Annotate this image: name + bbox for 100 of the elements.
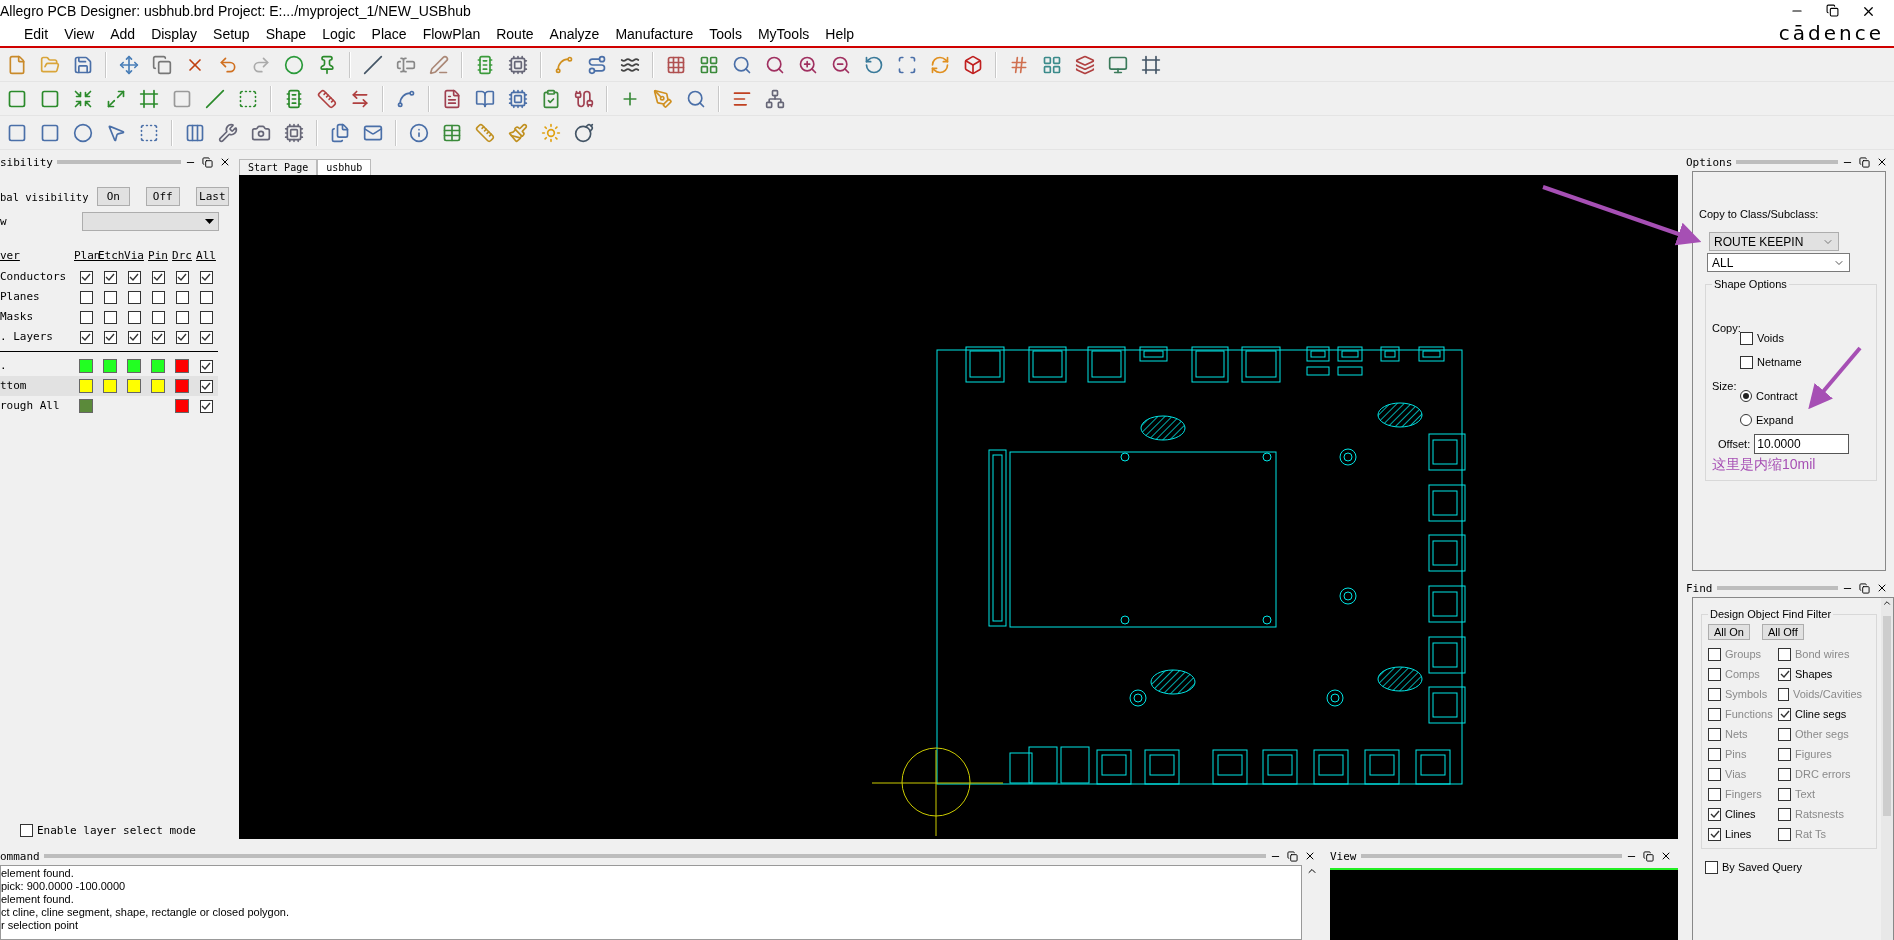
filter-checkbox[interactable]	[1708, 767, 1721, 781]
dashed-square-icon[interactable]	[238, 88, 258, 109]
layout-grid-icon[interactable]	[699, 54, 719, 75]
filter-checkbox[interactable]	[1708, 787, 1721, 801]
filter-checkbox[interactable]	[1708, 747, 1721, 761]
table-icon[interactable]	[442, 122, 462, 143]
layer-select-checkbox[interactable]	[20, 824, 33, 837]
info-icon[interactable]	[409, 122, 429, 143]
restore-icon[interactable]	[1826, 4, 1839, 17]
layer-color-swatch[interactable]	[79, 399, 93, 413]
line-icon[interactable]	[363, 54, 383, 75]
square-icon[interactable]	[40, 122, 60, 143]
visibility-checkbox[interactable]	[175, 270, 189, 284]
panel-grip[interactable]	[57, 160, 181, 164]
visibility-checkbox[interactable]	[79, 290, 93, 304]
option-checkbox[interactable]	[1740, 355, 1753, 369]
menu-item[interactable]: Manufacture	[607, 24, 702, 44]
filter-checkbox[interactable]	[1778, 707, 1791, 721]
menu-item[interactable]: Tools	[701, 24, 750, 44]
cpu-icon[interactable]	[508, 88, 528, 109]
panel-grip[interactable]	[43, 854, 1266, 858]
layer-color-swatch[interactable]	[103, 379, 117, 393]
visibility-button[interactable]: Last	[195, 187, 229, 206]
visibility-checkbox[interactable]	[175, 310, 189, 324]
bomb-icon[interactable]	[574, 122, 594, 143]
layer-color-swatch[interactable]	[175, 359, 189, 373]
menu-item[interactable]: Display	[143, 24, 206, 44]
layer-label[interactable]: .	[0, 356, 7, 376]
rotate-icon[interactable]	[864, 54, 884, 75]
visibility-checkbox[interactable]	[151, 270, 165, 284]
visibility-checkbox[interactable]	[79, 270, 93, 284]
dashed-square-icon[interactable]	[139, 122, 159, 143]
panel-grip[interactable]	[1736, 160, 1838, 164]
grid-icon[interactable]	[666, 54, 686, 75]
filter-checkbox[interactable]	[1708, 647, 1721, 661]
layer-color-swatch[interactable]	[151, 359, 165, 373]
menu-item[interactable]: Help	[817, 24, 863, 44]
visibility-checkbox[interactable]	[175, 330, 189, 344]
network-icon[interactable]	[765, 88, 785, 109]
close-icon[interactable]	[1861, 4, 1876, 19]
panel-grip[interactable]	[1360, 854, 1622, 858]
files-icon[interactable]	[330, 122, 350, 143]
magnifier-icon[interactable]	[686, 88, 706, 109]
layer-color-swatch[interactable]	[175, 379, 189, 393]
circle-icon[interactable]	[284, 54, 304, 75]
option-checkbox[interactable]	[1740, 331, 1753, 345]
visibility-checkbox[interactable]	[79, 310, 93, 324]
chip-icon[interactable]	[284, 88, 304, 109]
visibility-checkbox[interactable]	[79, 330, 93, 344]
pin-icon[interactable]	[317, 54, 337, 75]
undo-icon[interactable]	[218, 54, 238, 75]
visibility-checkbox[interactable]	[151, 310, 165, 324]
document-tab[interactable]: usbhub	[317, 159, 372, 175]
filter-checkbox[interactable]	[1708, 707, 1721, 721]
restore-icon[interactable]	[1859, 156, 1870, 168]
close-icon[interactable]	[1304, 850, 1316, 862]
filter-checkbox[interactable]	[1778, 687, 1789, 701]
filter-button[interactable]: All On	[1708, 624, 1750, 640]
close-icon[interactable]	[1876, 156, 1888, 168]
chip-icon[interactable]	[475, 54, 495, 75]
menu-item[interactable]: Edit	[16, 24, 57, 44]
visibility-checkbox[interactable]	[199, 270, 213, 284]
file-icon[interactable]	[7, 54, 27, 75]
filter-checkbox[interactable]	[1778, 747, 1791, 761]
clipboard-icon[interactable]	[541, 88, 561, 109]
visibility-checkbox[interactable]	[127, 310, 141, 324]
restore-icon[interactable]	[1643, 850, 1654, 862]
shrink-icon[interactable]	[73, 88, 93, 109]
menu-item[interactable]: Place	[363, 24, 415, 44]
visibility-button[interactable]: On	[96, 187, 130, 206]
filter-button[interactable]: All Off	[1761, 624, 1804, 640]
text-edit-icon[interactable]	[429, 54, 449, 75]
visibility-checkbox[interactable]	[199, 290, 213, 304]
filter-checkbox[interactable]	[1708, 827, 1721, 841]
layer-color-swatch[interactable]	[151, 379, 165, 393]
visibility-checkbox[interactable]	[199, 310, 213, 324]
layers-icon[interactable]	[1075, 54, 1095, 75]
visibility-checkbox[interactable]	[127, 330, 141, 344]
class-select[interactable]: ROUTE KEEPIN	[1709, 232, 1839, 251]
visibility-checkbox[interactable]	[103, 330, 117, 344]
circle-icon[interactable]	[73, 122, 93, 143]
visibility-checkbox[interactable]	[199, 359, 213, 373]
book-icon[interactable]	[475, 88, 495, 109]
save-icon[interactable]	[73, 54, 93, 75]
layer-color-swatch[interactable]	[127, 379, 141, 393]
square-icon[interactable]	[40, 88, 60, 109]
ruler-icon[interactable]	[475, 122, 495, 143]
panel-grip[interactable]	[1716, 586, 1838, 590]
restore-icon[interactable]	[202, 156, 213, 168]
visibility-button[interactable]: Off	[146, 187, 180, 206]
offset-field[interactable]: 10.0000	[1754, 434, 1850, 454]
layout-grid-icon[interactable]	[1042, 54, 1062, 75]
menu-item[interactable]: Add	[102, 24, 144, 44]
move-icon[interactable]	[119, 54, 139, 75]
layer-label[interactable]: rough All	[0, 396, 60, 416]
filter-checkbox[interactable]	[1778, 727, 1791, 741]
zoom-in-icon[interactable]	[798, 54, 818, 75]
visibility-checkbox[interactable]	[199, 379, 213, 393]
menu-item[interactable]: MyTools	[749, 24, 818, 44]
menu-item[interactable]: Setup	[205, 24, 258, 44]
